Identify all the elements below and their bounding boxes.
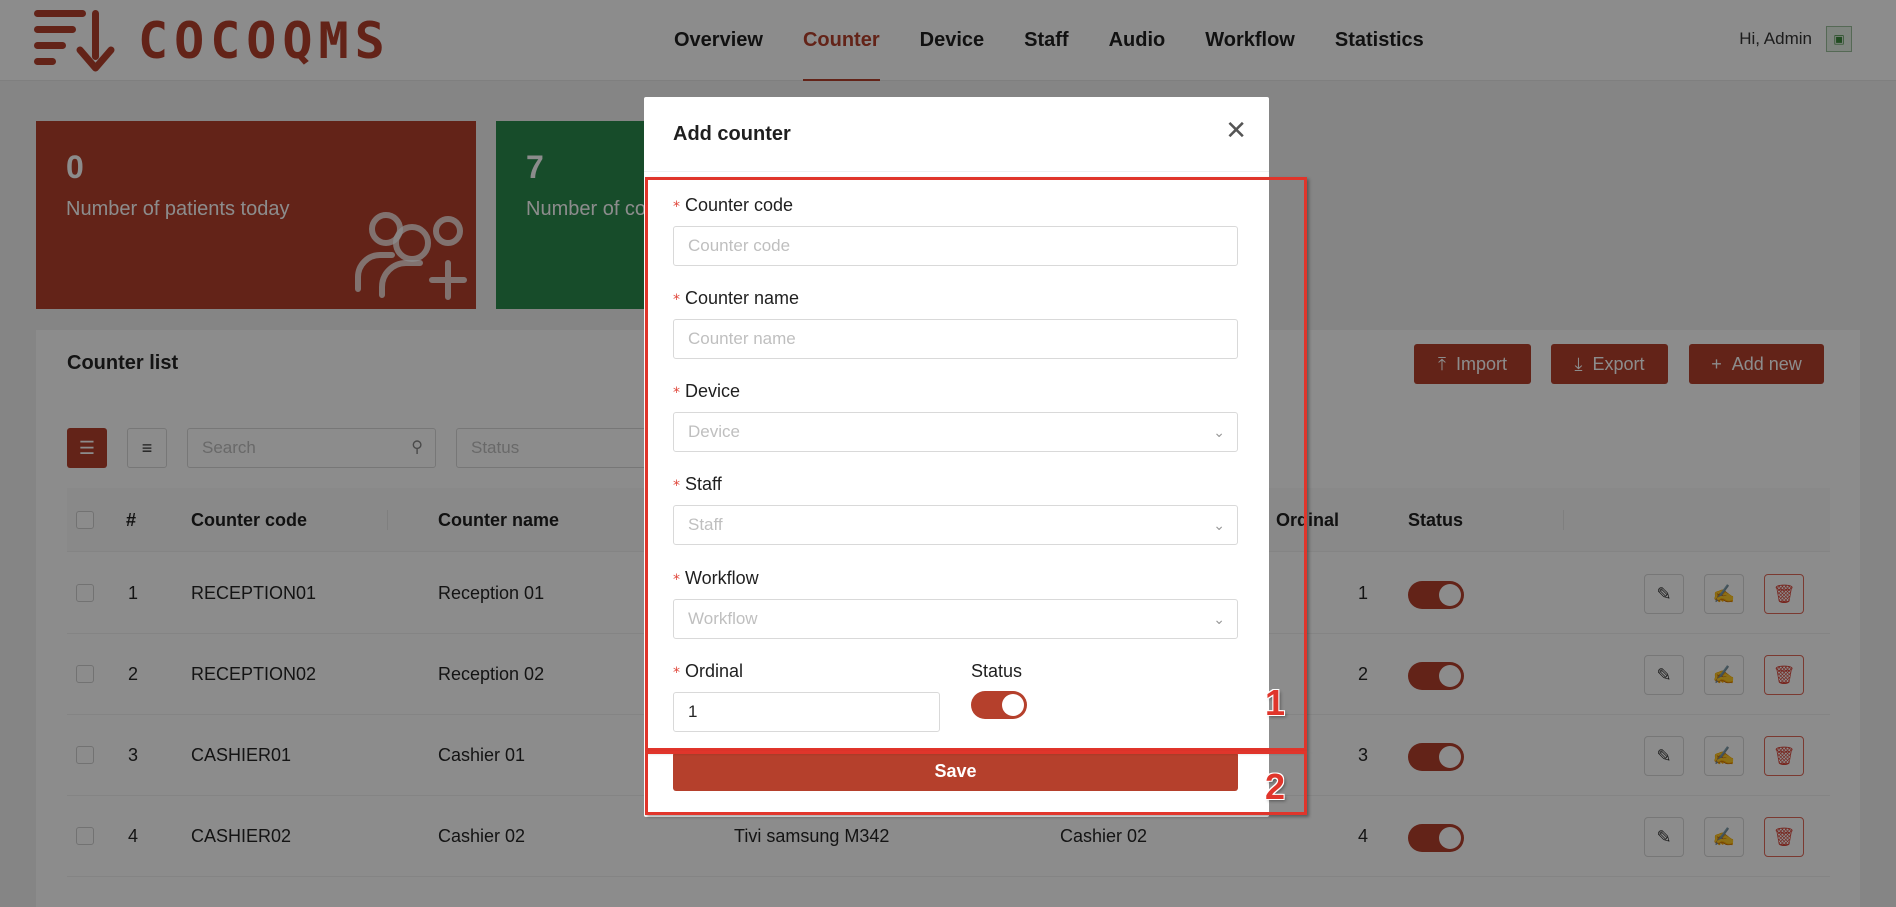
annotation-number-1: 1	[1265, 682, 1286, 723]
close-icon[interactable]: ✕	[1225, 117, 1247, 143]
annotation-box-2	[645, 751, 1307, 815]
modal-divider	[644, 171, 1269, 172]
annotation-number-2: 2	[1265, 766, 1286, 807]
modal-title: Add counter	[673, 123, 791, 145]
annotation-box-1	[645, 177, 1307, 751]
